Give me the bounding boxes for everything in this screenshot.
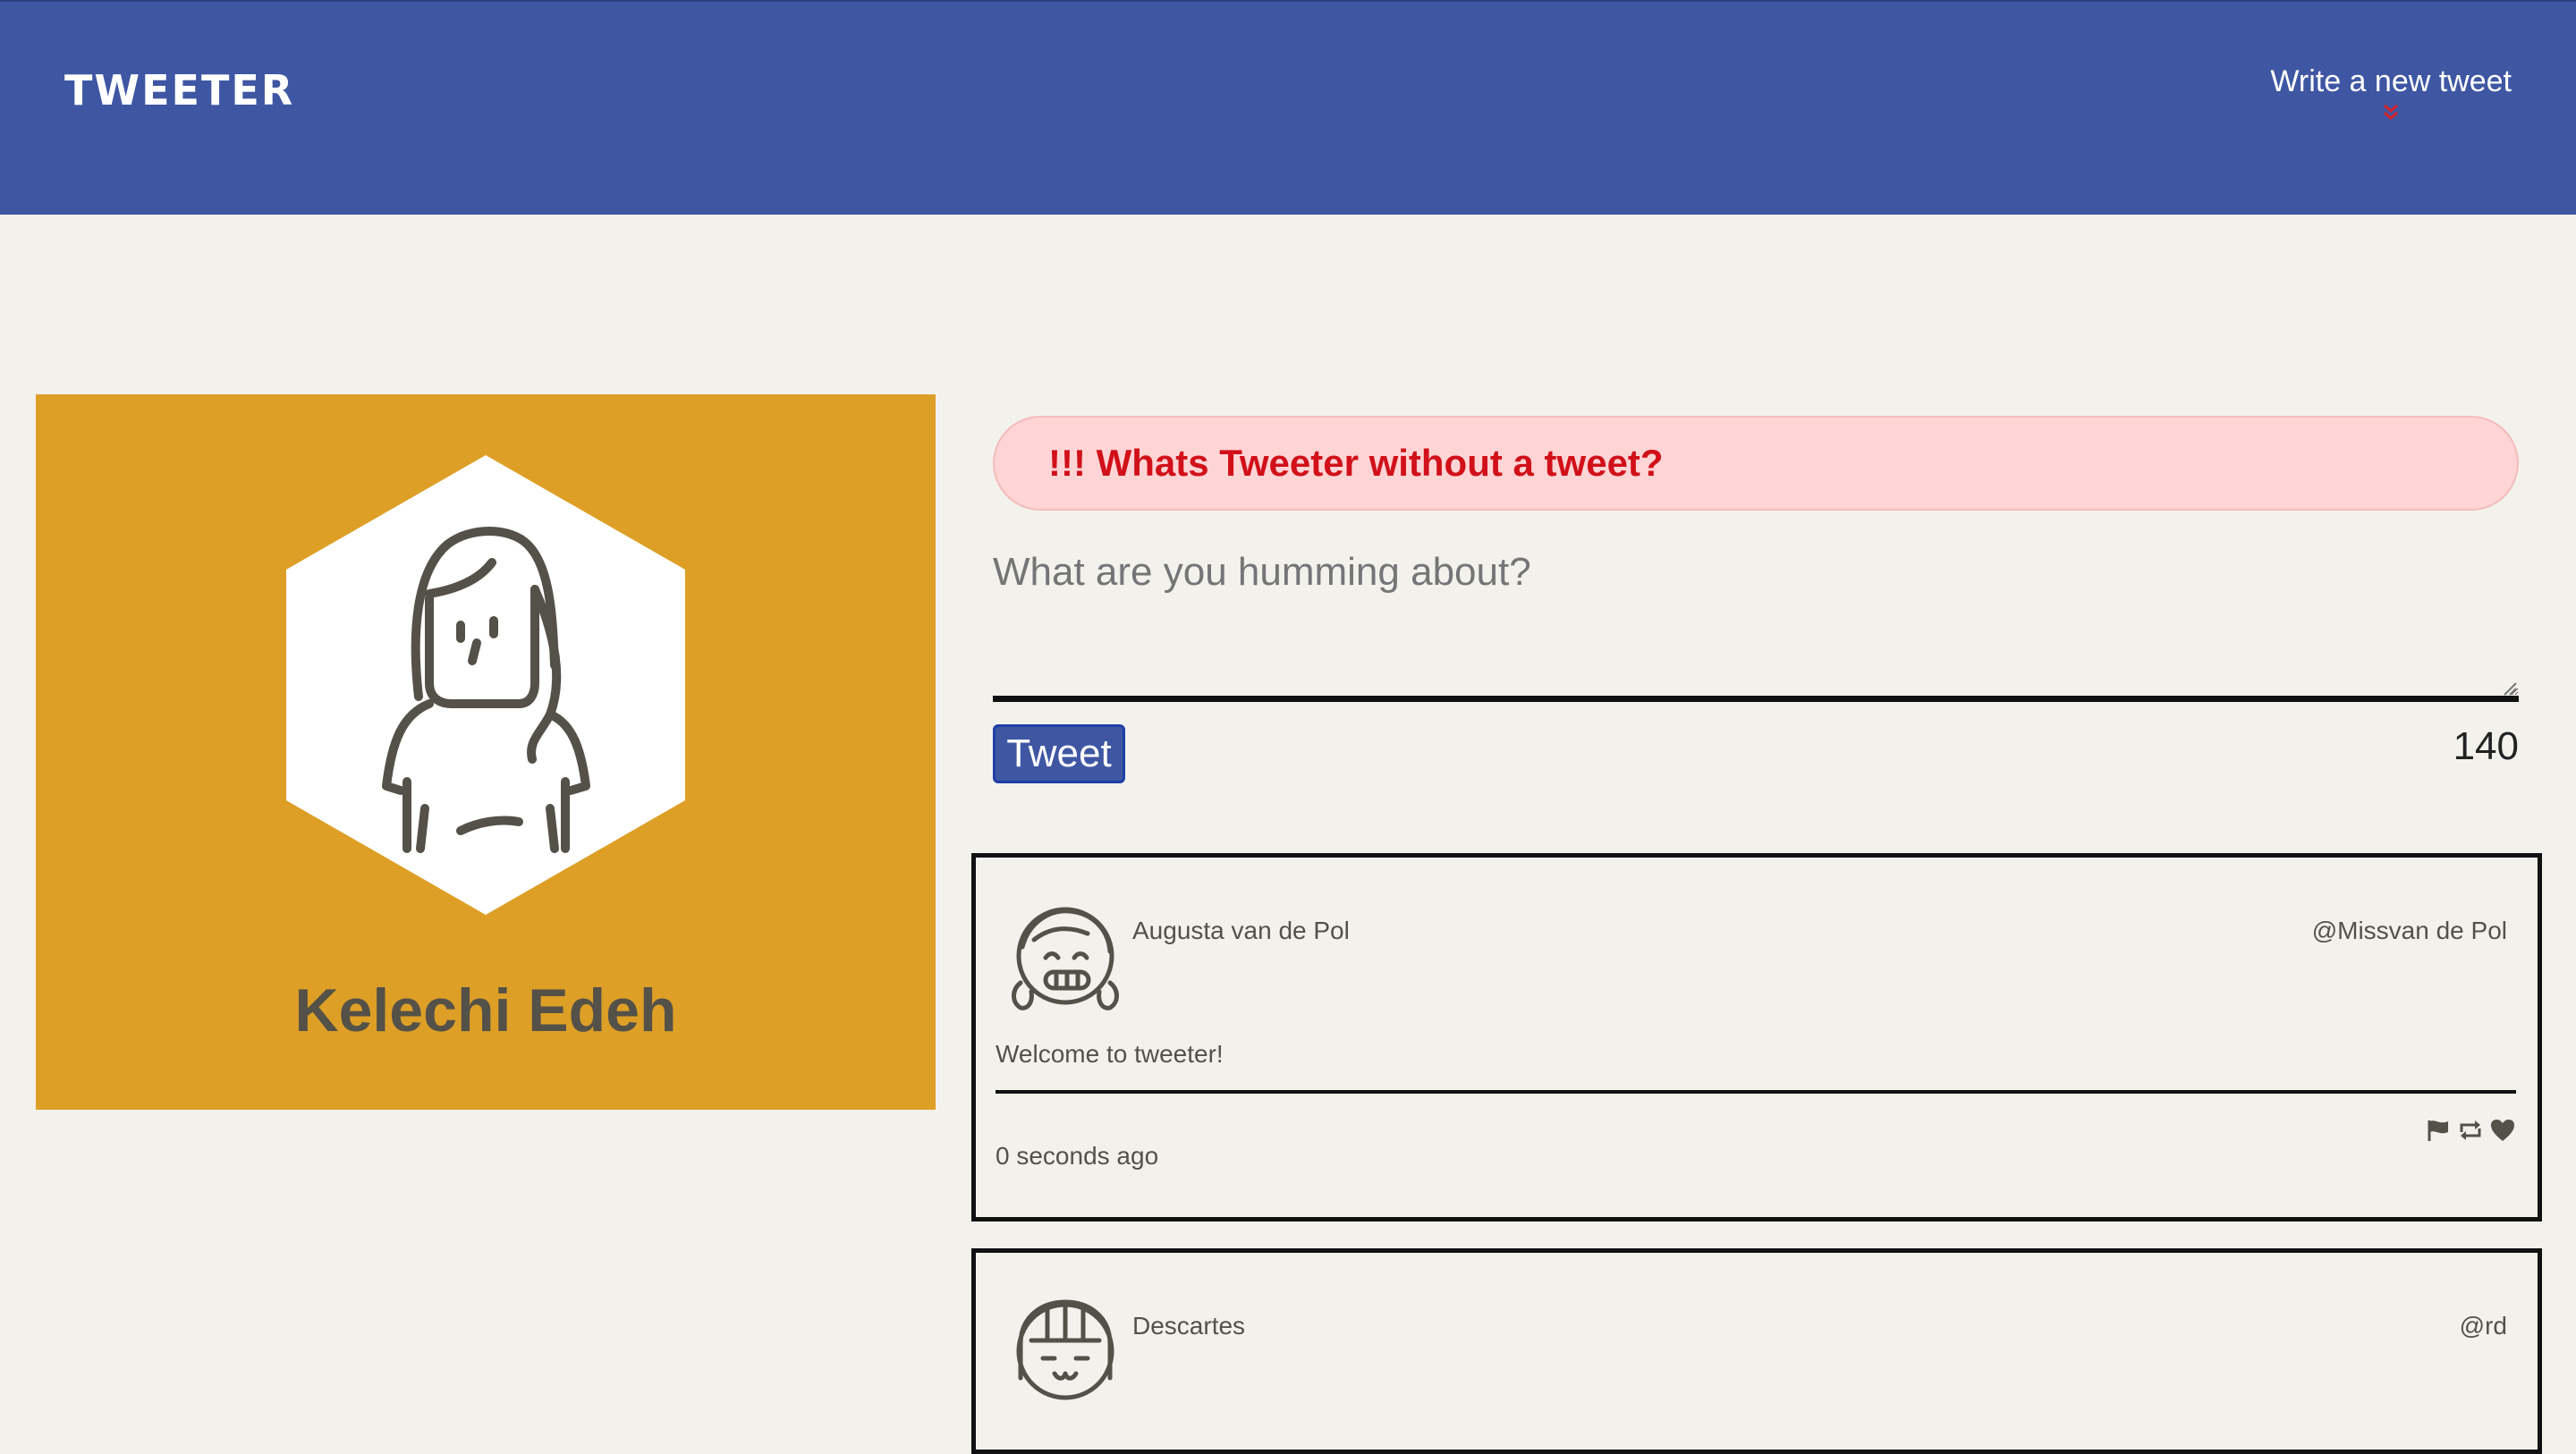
double-chevron-down-icon[interactable] bbox=[2270, 103, 2512, 123]
char-counter: 140 bbox=[2453, 724, 2519, 768]
author-avatar bbox=[1003, 884, 1137, 1019]
tweet-text: Welcome to tweeter! bbox=[996, 1040, 1224, 1068]
author-handle[interactable]: @Missvan de Pol bbox=[2312, 917, 2507, 945]
write-new-tweet-label[interactable]: Write a new tweet bbox=[2270, 64, 2512, 98]
tweet-card: Descartes @rd bbox=[971, 1248, 2542, 1454]
author-handle[interactable]: @rd bbox=[2460, 1312, 2507, 1340]
author-name[interactable]: Descartes bbox=[1132, 1312, 1245, 1340]
woman-avatar-icon bbox=[286, 455, 685, 915]
retweet-icon[interactable] bbox=[2457, 1117, 2484, 1144]
tweet-input[interactable] bbox=[993, 541, 2519, 702]
profile-card: Kelechi Edeh bbox=[36, 394, 936, 1110]
profile-name: Kelechi Edeh bbox=[294, 976, 677, 1044]
heart-icon[interactable] bbox=[2489, 1117, 2516, 1144]
resize-handle-icon[interactable] bbox=[2501, 680, 2517, 696]
author-avatar bbox=[1003, 1280, 1137, 1414]
smiling-girl-avatar-icon bbox=[1012, 907, 1119, 1010]
tweet-card: Augusta van de Pol @Missvan de Pol Welco… bbox=[971, 853, 2542, 1222]
top-nav: TWEETER Write a new tweet bbox=[0, 0, 2576, 215]
error-alert: !!! Whats Tweeter without a tweet? bbox=[993, 416, 2519, 511]
tweet-divider bbox=[996, 1090, 2516, 1094]
brand-logo[interactable]: TWEETER bbox=[64, 66, 294, 114]
author-name[interactable]: Augusta van de Pol bbox=[1132, 917, 1350, 945]
tweet-actions bbox=[2425, 1117, 2516, 1144]
profile-avatar bbox=[286, 455, 685, 915]
write-new-tweet-toggle[interactable]: Write a new tweet bbox=[2270, 64, 2512, 123]
flag-icon[interactable] bbox=[2425, 1117, 2452, 1144]
tweet-submit-button[interactable]: Tweet bbox=[993, 724, 1125, 783]
tweet-timestamp: 0 seconds ago bbox=[996, 1142, 1159, 1170]
bob-haircut-avatar-icon bbox=[1016, 1299, 1114, 1400]
